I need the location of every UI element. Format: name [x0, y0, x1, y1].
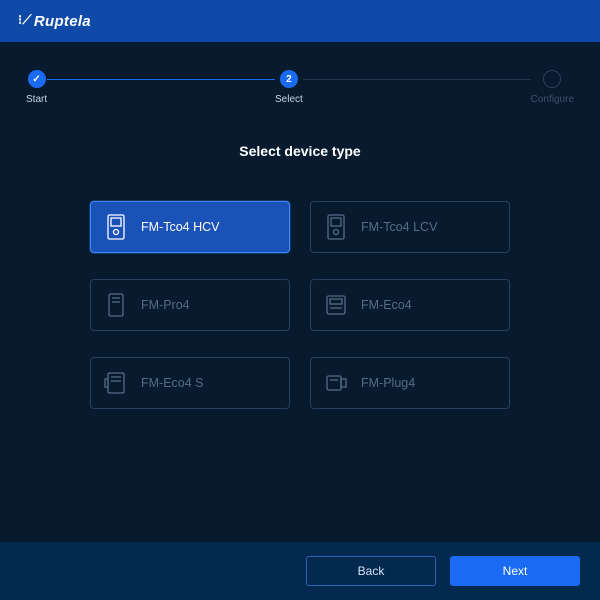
device-label: FM-Eco4 — [361, 298, 412, 312]
back-button[interactable]: Back — [306, 556, 436, 586]
step-select: 2 Select — [275, 70, 303, 105]
main-content: Select device type FM-Tco4 HCV FM-Tco4 L… — [0, 123, 600, 542]
device-icon — [103, 212, 129, 242]
wizard-stepper: ✓ Start 2 Select Configure — [0, 42, 600, 123]
device-card-fm-eco4-s[interactable]: FM-Eco4 S — [90, 357, 290, 409]
device-icon — [323, 368, 349, 398]
step-start-circle: ✓ — [28, 70, 46, 88]
check-icon: ✓ — [32, 74, 40, 85]
device-card-fm-plug4[interactable]: FM-Plug4 — [310, 357, 510, 409]
device-label: FM-Eco4 S — [141, 376, 204, 390]
device-label: FM-Tco4 LCV — [361, 220, 437, 234]
brand-mark-icon: ⁝⟋ — [18, 12, 32, 28]
brand-logo: ⁝⟋ Ruptela — [18, 13, 91, 30]
device-grid: FM-Tco4 HCV FM-Tco4 LCV FM-Pro4 FM-Eco4 — [90, 201, 510, 409]
step-number: 2 — [286, 74, 292, 85]
app-header: ⁝⟋ Ruptela — [0, 0, 600, 42]
device-label: FM-Plug4 — [361, 376, 415, 390]
step-configure: Configure — [531, 70, 574, 105]
device-card-fm-tco4-hcv[interactable]: FM-Tco4 HCV — [90, 201, 290, 253]
step-configure-label: Configure — [531, 94, 574, 105]
step-line-1 — [47, 79, 275, 81]
device-card-fm-pro4[interactable]: FM-Pro4 — [90, 279, 290, 331]
device-icon — [323, 290, 349, 320]
page-title: Select device type — [239, 143, 360, 159]
next-button[interactable]: Next — [450, 556, 580, 586]
step-line-2 — [303, 79, 531, 81]
device-icon — [103, 290, 129, 320]
step-configure-circle — [543, 70, 561, 88]
device-icon — [103, 368, 129, 398]
device-card-fm-eco4[interactable]: FM-Eco4 — [310, 279, 510, 331]
device-card-fm-tco4-lcv[interactable]: FM-Tco4 LCV — [310, 201, 510, 253]
device-icon — [323, 212, 349, 242]
back-button-label: Back — [358, 564, 385, 578]
device-label: FM-Tco4 HCV — [141, 220, 219, 234]
step-start: ✓ Start — [26, 70, 47, 105]
step-select-circle: 2 — [280, 70, 298, 88]
brand-name: Ruptela — [34, 13, 91, 30]
wizard-footer: Back Next — [0, 542, 600, 600]
step-select-label: Select — [275, 94, 303, 105]
step-start-label: Start — [26, 94, 47, 105]
next-button-label: Next — [503, 564, 528, 578]
device-label: FM-Pro4 — [141, 298, 190, 312]
